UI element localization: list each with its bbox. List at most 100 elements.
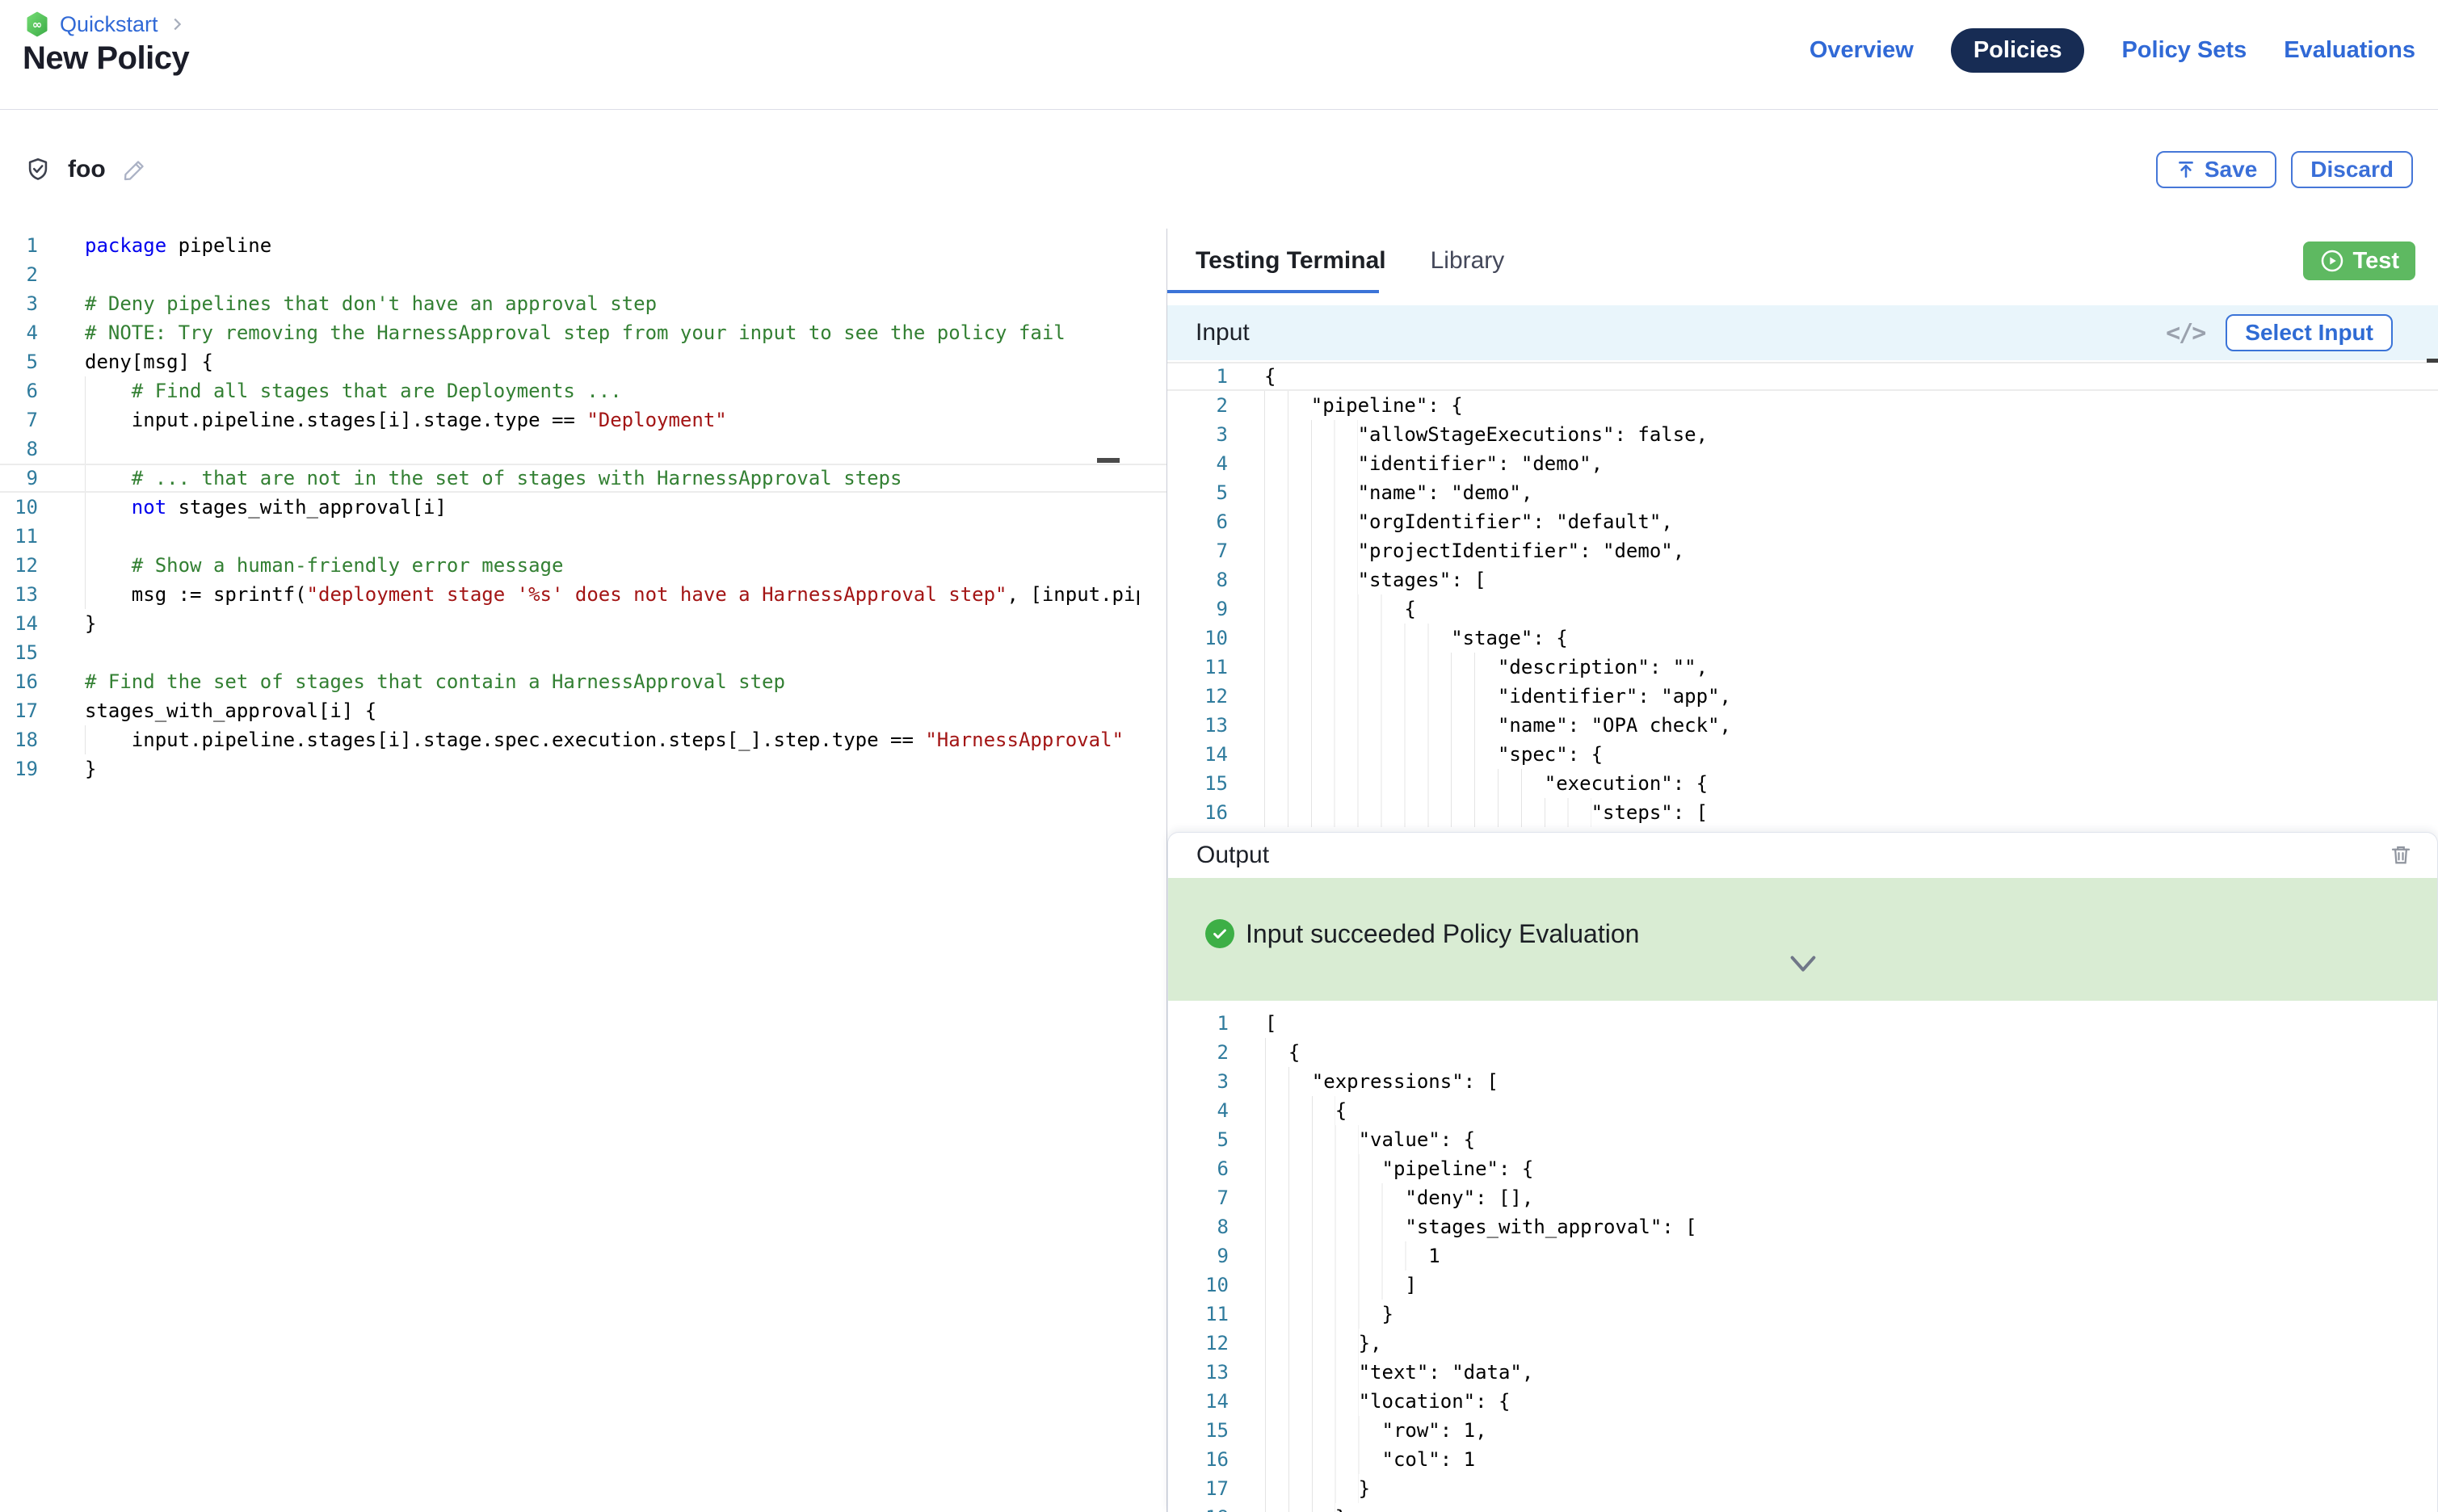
discard-button[interactable]: Discard xyxy=(2291,151,2413,188)
code-text: stages_with_approval[i] { xyxy=(85,696,1139,725)
code-line[interactable]: 6 # Find all stages that are Deployments… xyxy=(0,376,1166,405)
code-line[interactable]: 2 "pipeline": { xyxy=(1167,391,2438,420)
line-number: 11 xyxy=(1168,1300,1229,1329)
harness-project-icon: ∞ xyxy=(24,11,50,37)
code-line[interactable]: 6 "pipeline": { xyxy=(1168,1154,2437,1183)
code-line[interactable]: 14 "spec": { xyxy=(1167,740,2438,769)
code-line[interactable]: 4# NOTE: Try removing the HarnessApprova… xyxy=(0,318,1166,347)
code-line[interactable]: 12 "identifier": "app", xyxy=(1167,682,2438,711)
edit-pencil-icon[interactable] xyxy=(122,157,148,183)
code-line[interactable]: 3 "allowStageExecutions": false, xyxy=(1167,420,2438,449)
code-line[interactable]: 1{ xyxy=(1167,362,2438,391)
code-text: "stage": { xyxy=(1264,624,2425,653)
code-line[interactable]: 7 "deny": [], xyxy=(1168,1183,2437,1212)
code-line[interactable]: 11 "description": "", xyxy=(1167,653,2438,682)
code-view-icon[interactable]: </> xyxy=(2166,319,2205,347)
input-json-editor[interactable]: 1{2 "pipeline": {3 "allowStageExecutions… xyxy=(1167,360,2438,832)
code-line[interactable]: 5 "value": { xyxy=(1168,1125,2437,1154)
code-line[interactable]: 4 "identifier": "demo", xyxy=(1167,449,2438,478)
line-number: 7 xyxy=(1168,1183,1229,1212)
code-line[interactable]: 12 # Show a human-friendly error message xyxy=(0,551,1166,580)
code-line[interactable]: 9 # ... that are not in the set of stage… xyxy=(0,464,1166,493)
code-line[interactable]: 12 }, xyxy=(1168,1329,2437,1358)
output-json-editor[interactable]: 1[2 {3 "expressions": [4 {5 "value": {6 … xyxy=(1168,1001,2437,1512)
code-line[interactable]: 18 input.pipeline.stages[i].stage.spec.e… xyxy=(0,725,1166,754)
line-number: 10 xyxy=(0,493,38,522)
code-line[interactable]: 18 } xyxy=(1168,1503,2437,1512)
breadcrumb-project-link[interactable]: Quickstart xyxy=(60,12,158,37)
line-number: 9 xyxy=(1167,594,1228,624)
code-line[interactable]: 7 "projectIdentifier": "demo", xyxy=(1167,536,2438,565)
code-text: { xyxy=(1264,594,2425,624)
line-number: 7 xyxy=(1167,536,1228,565)
indent-guides xyxy=(1264,624,1451,653)
line-number: 5 xyxy=(1168,1125,1229,1154)
code-line[interactable]: 17stages_with_approval[i] { xyxy=(0,696,1166,725)
code-line[interactable]: 11 } xyxy=(1168,1300,2437,1329)
code-line[interactable]: 19} xyxy=(0,754,1166,783)
code-line[interactable]: 1[ xyxy=(1168,1009,2437,1038)
tab-testing-terminal[interactable]: Testing Terminal xyxy=(1196,247,1386,275)
nav-tab-evaluations[interactable]: Evaluations xyxy=(2284,37,2415,64)
expand-result-chevron-icon[interactable] xyxy=(1787,954,1819,977)
code-text: "text": "data", xyxy=(1265,1358,2424,1387)
line-number: 6 xyxy=(1168,1154,1229,1183)
code-line[interactable]: 2 { xyxy=(1168,1038,2437,1067)
policy-code-editor[interactable]: 1package pipeline23# Deny pipelines that… xyxy=(0,229,1166,1512)
code-line[interactable]: 8 "stages_with_approval": [ xyxy=(1168,1212,2437,1241)
code-line[interactable]: 11 xyxy=(0,522,1166,551)
code-line[interactable]: 7 input.pipeline.stages[i].stage.type ==… xyxy=(0,405,1166,435)
nav-tab-overview[interactable]: Overview xyxy=(1810,37,1914,64)
code-line[interactable]: 3# Deny pipelines that don't have an app… xyxy=(0,289,1166,318)
code-text xyxy=(85,435,1139,464)
code-line[interactable]: 14 "location": { xyxy=(1168,1387,2437,1416)
code-text: } xyxy=(85,609,1139,638)
nav-tab-policy-sets[interactable]: Policy Sets xyxy=(2121,37,2247,64)
clear-output-button[interactable] xyxy=(2389,842,2413,867)
code-line[interactable]: 10 ] xyxy=(1168,1270,2437,1300)
select-input-button[interactable]: Select Input xyxy=(2226,314,2393,351)
code-line[interactable]: 5 "name": "demo", xyxy=(1167,478,2438,507)
indent-guides xyxy=(1265,1241,1428,1270)
code-line[interactable]: 9 { xyxy=(1167,594,2438,624)
code-line[interactable]: 8 "stages": [ xyxy=(1167,565,2438,594)
code-line[interactable]: 2 xyxy=(0,260,1166,289)
nav-tab-policies[interactable]: Policies xyxy=(1951,28,2085,73)
tab-library[interactable]: Library xyxy=(1431,247,1505,275)
indent-guides xyxy=(1264,682,1498,711)
code-line[interactable]: 16 "steps": [ xyxy=(1167,798,2438,827)
code-line[interactable]: 15 "row": 1, xyxy=(1168,1416,2437,1445)
code-text: "stages": [ xyxy=(1264,565,2425,594)
breadcrumb: ∞ Quickstart xyxy=(24,11,186,37)
code-line[interactable]: 10 "stage": { xyxy=(1167,624,2438,653)
indent-guides xyxy=(1264,653,1498,682)
code-text: # Show a human-friendly error message xyxy=(85,551,1139,580)
code-line[interactable]: 5deny[msg] { xyxy=(0,347,1166,376)
code-line[interactable]: 16 "col": 1 xyxy=(1168,1445,2437,1474)
chevron-right-icon xyxy=(168,15,186,33)
code-line[interactable]: 13 msg := sprintf("deployment stage '%s'… xyxy=(0,580,1166,609)
active-tab-underline xyxy=(1167,290,1379,293)
code-line[interactable]: 15 "execution": { xyxy=(1167,769,2438,798)
line-number: 18 xyxy=(0,725,38,754)
line-number: 9 xyxy=(0,464,38,493)
code-line[interactable]: 13 "name": "OPA check", xyxy=(1167,711,2438,740)
code-line[interactable]: 1package pipeline xyxy=(0,231,1166,260)
line-number: 6 xyxy=(1167,507,1228,536)
code-line[interactable]: 6 "orgIdentifier": "default", xyxy=(1167,507,2438,536)
code-line[interactable]: 10 not stages_with_approval[i] xyxy=(0,493,1166,522)
code-line[interactable]: 14} xyxy=(0,609,1166,638)
save-button[interactable]: Save xyxy=(2156,151,2276,188)
code-line[interactable]: 17 } xyxy=(1168,1474,2437,1503)
code-line[interactable]: 13 "text": "data", xyxy=(1168,1358,2437,1387)
code-text: # ... that are not in the set of stages … xyxy=(85,464,1139,493)
code-line[interactable]: 9 1 xyxy=(1168,1241,2437,1270)
test-button[interactable]: Test xyxy=(2303,242,2415,280)
code-text: "stages_with_approval": [ xyxy=(1265,1212,2424,1241)
code-line[interactable]: 8 xyxy=(0,435,1166,464)
code-line[interactable]: 16# Find the set of stages that contain … xyxy=(0,667,1166,696)
code-line[interactable]: 15 xyxy=(0,638,1166,667)
code-line[interactable]: 3 "expressions": [ xyxy=(1168,1067,2437,1096)
evaluation-result-text: Input succeeded Policy Evaluation xyxy=(1246,919,1639,948)
code-line[interactable]: 4 { xyxy=(1168,1096,2437,1125)
